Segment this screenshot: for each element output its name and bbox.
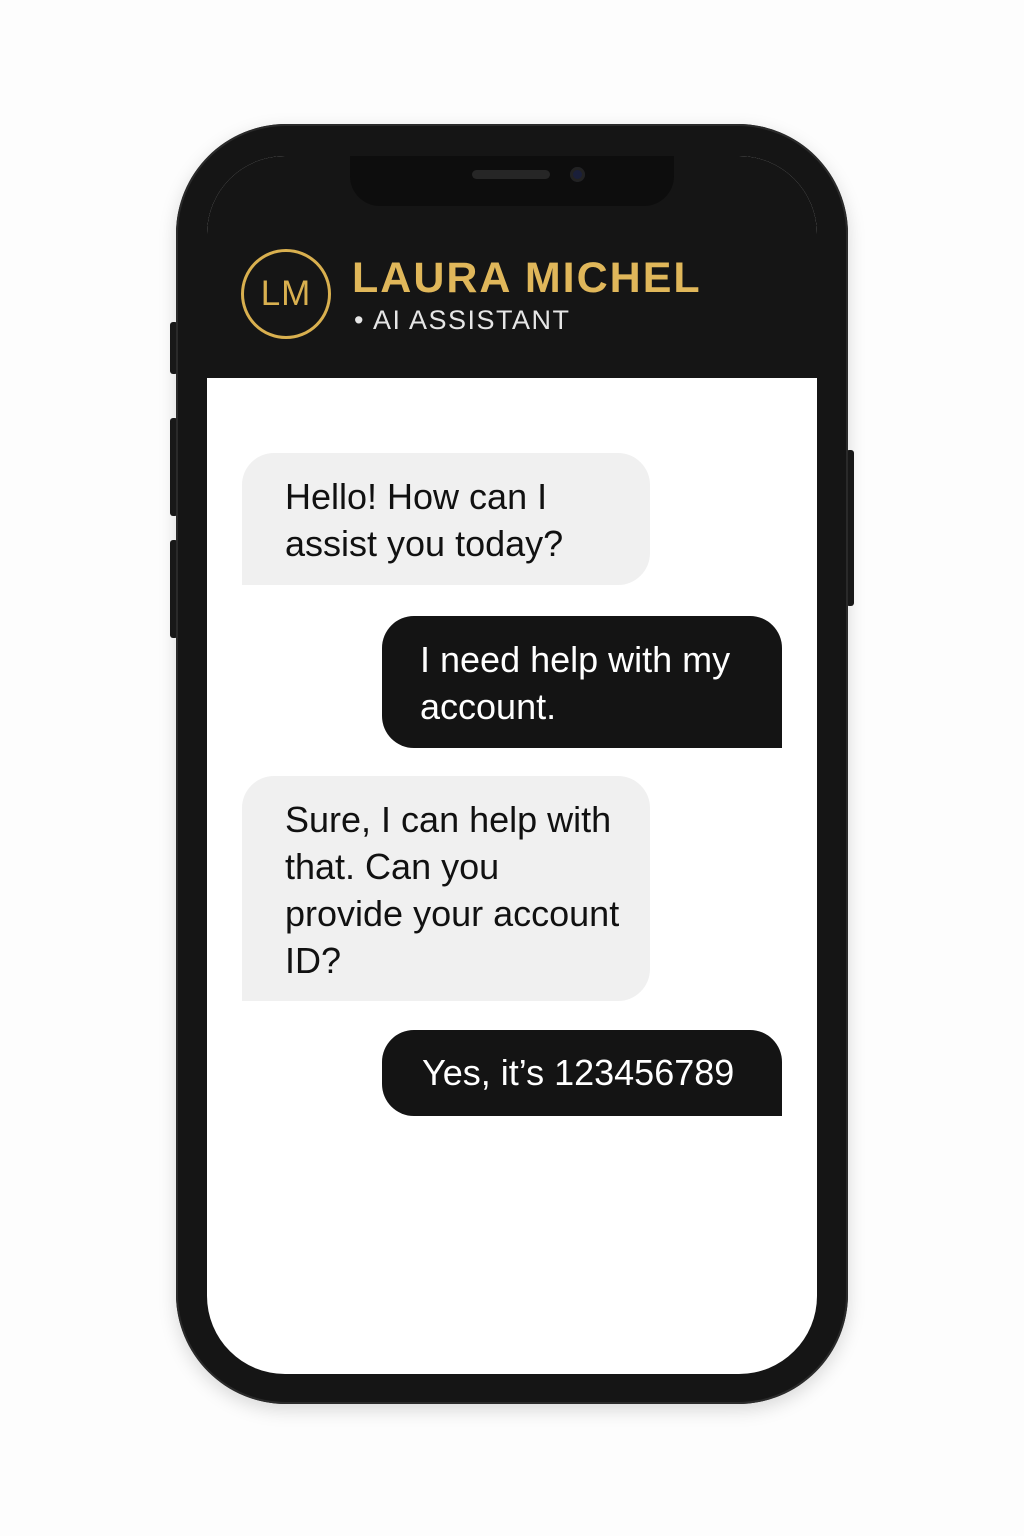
message-bubble-incoming[interactable]: Hello! How can I assist you today? [242, 453, 650, 585]
chat-header: LM LAURA MICHEL • AI ASSISTANT [207, 156, 817, 378]
camera-icon [570, 167, 585, 182]
message-text: Yes, it’s 123456789 [422, 1052, 735, 1093]
speaker-grille [472, 170, 550, 179]
stage: LM LAURA MICHEL • AI ASSISTANT Hello! How… [0, 0, 1024, 1536]
message-bubble-outgoing[interactable]: Yes, it’s 123456789 [382, 1030, 782, 1116]
chat-screen: LM LAURA MICHEL • AI ASSISTANT Hello! How… [207, 156, 817, 1374]
status-dot-icon: • [354, 305, 365, 335]
notch [350, 156, 674, 206]
contact-role-label: AI ASSISTANT [372, 305, 571, 335]
message-text: Hello! How can I assist you today? [285, 476, 564, 564]
message-bubble-incoming[interactable]: Sure, I can help with that. Can you prov… [242, 776, 650, 1001]
message-text: Sure, I can help with that. Can you prov… [285, 799, 620, 981]
avatar[interactable]: LM [241, 249, 331, 339]
message-text: I need help with my account. [420, 639, 731, 727]
contact-name: LAURA MICHEL [352, 254, 702, 302]
contact-role: • AI ASSISTANT [354, 305, 571, 336]
message-bubble-outgoing[interactable]: I need help with my account. [382, 616, 782, 748]
avatar-initials: LM [260, 274, 312, 313]
